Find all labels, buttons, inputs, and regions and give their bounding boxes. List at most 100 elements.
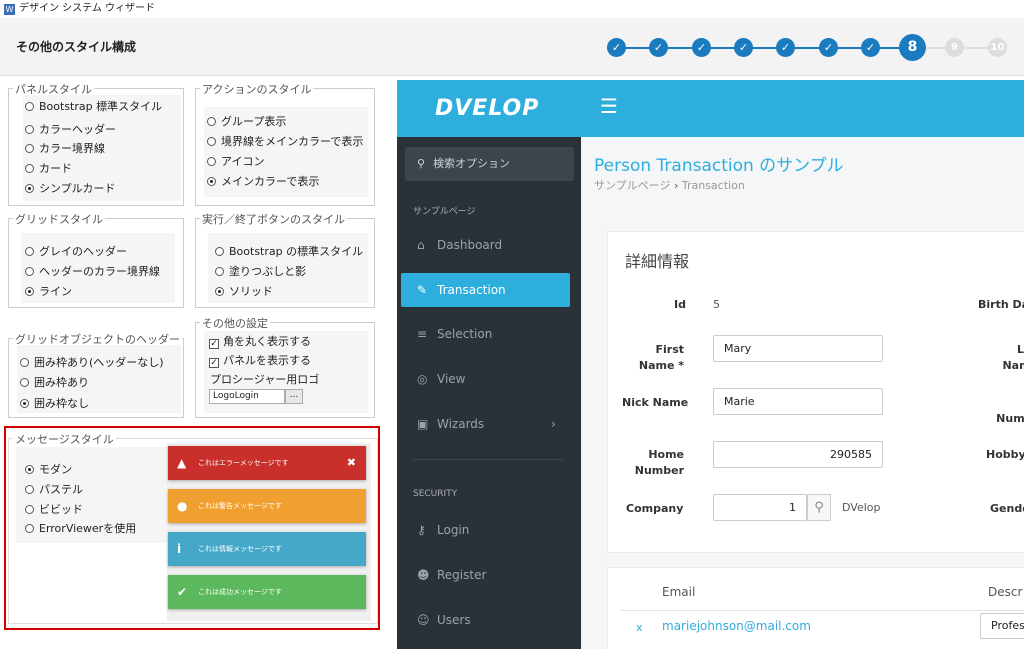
dvelop-logo: DVELOP: [435, 96, 540, 121]
hamburger-menu-icon[interactable]: ☰: [600, 94, 618, 118]
user-plus-icon: ☻: [417, 568, 430, 582]
details-title: 詳細情報: [625, 252, 690, 271]
search-icon: ⚲: [417, 157, 426, 170]
success-message-sample: ✔ これは成功メッセージです: [168, 575, 366, 609]
sidebar-section-sample: サンプルページ: [413, 207, 476, 217]
step-9[interactable]: 9: [945, 38, 964, 57]
email-column-header: Email: [662, 585, 696, 599]
sidebar-item-selection[interactable]: ≡ Selection: [417, 327, 492, 341]
details-card: 詳細情報 Id 5 First Name * Mary Nick Name Ma…: [607, 231, 1024, 553]
sidebar-item-login[interactable]: ⚷ Login: [417, 523, 469, 537]
logo-browse-button[interactable]: ...: [285, 389, 303, 404]
info-icon: i: [177, 542, 182, 556]
row-email-link[interactable]: mariejohnson@mail.com: [662, 619, 811, 633]
company-search-icon[interactable]: ⚲: [807, 494, 831, 521]
run-style-option-solid[interactable]: ソリッド: [215, 283, 273, 299]
panel-style-option-color-header[interactable]: カラーヘッダー: [25, 121, 116, 137]
grid-style-group: グリッドスタイル グレイのヘッダー ヘッダーのカラー境界線 ライン: [8, 211, 184, 308]
close-icon[interactable]: ✖: [347, 446, 356, 480]
step-6[interactable]: ✓: [819, 38, 838, 57]
panel-style-option-bootstrap[interactable]: Bootstrap 標準スタイル: [25, 98, 162, 114]
last-name-label: Las Name: [1002, 343, 1024, 372]
info-message-sample: i これは情報メッセージです: [168, 532, 366, 566]
step-2[interactable]: ✓: [649, 38, 668, 57]
step-1[interactable]: ✓: [607, 38, 626, 57]
message-style-option-errorviewer[interactable]: ErrorViewerを使用: [25, 520, 136, 536]
grid-style-legend: グリッドスタイル: [13, 211, 105, 227]
panel-style-group: パネルスタイル Bootstrap 標準スタイル カラーヘッダー カラー境界線 …: [8, 81, 184, 206]
edit-icon: ✎: [417, 283, 428, 297]
step-3[interactable]: ✓: [692, 38, 711, 57]
rounded-corners-checkbox[interactable]: ✓ 角を丸く表示する: [209, 333, 311, 349]
briefcase-icon: ▣: [417, 417, 429, 431]
action-style-option-group[interactable]: グループ表示: [207, 113, 286, 129]
action-style-group: アクションのスタイル グループ表示 境界線をメインカラーで表示 アイコン メイン…: [195, 81, 375, 206]
warning-triangle-icon: ▲: [177, 456, 187, 470]
breadcrumb: サンプルページ › Transaction: [594, 179, 745, 192]
run-style-option-fill-shadow[interactable]: 塗りつぶしと影: [215, 263, 306, 279]
gender-label: Gende: [990, 502, 1024, 515]
other-settings-group: その他の設定 ✓ 角を丸く表示する ✓ パネルを表示する プロシージャー用ロゴ Lo…: [195, 315, 375, 418]
home-number-input[interactable]: 290585: [713, 441, 883, 468]
cell-number-label: Ce Numbe: [996, 412, 1024, 425]
grid-header-option-no-frame[interactable]: 囲み枠なし: [20, 395, 89, 411]
run-button-style-group: 実行／終了ボタンのスタイル Bootstrap の標準スタイル 塗りつぶしと影 …: [195, 211, 375, 308]
step-4[interactable]: ✓: [734, 38, 753, 57]
company-label: Company: [626, 502, 684, 515]
row-remove-link[interactable]: x: [636, 621, 643, 634]
message-style-legend: メッセージスタイル: [13, 431, 116, 447]
sidebar-item-users[interactable]: ☺ Users: [417, 613, 471, 627]
grid-style-option-gray-header[interactable]: グレイのヘッダー: [25, 243, 127, 259]
action-style-option-icon[interactable]: アイコン: [207, 153, 264, 169]
sidebar-item-transaction[interactable]: ✎ Transaction: [401, 273, 570, 307]
preview-topbar: DVELOP ☰: [397, 80, 1024, 137]
chevron-right-icon: ›: [551, 417, 556, 431]
style-preview: DVELOP ☰ ⚲ 検索オプション サンプルページ ⌂ Dashboard ✎ Tr…: [397, 80, 1024, 649]
sidebar-divider: [413, 459, 563, 460]
birth-date-label: Birth Dat: [978, 298, 1024, 311]
run-style-option-bootstrap[interactable]: Bootstrap の標準スタイル: [215, 243, 363, 259]
message-style-option-pastel[interactable]: パステル: [25, 481, 83, 497]
company-input[interactable]: 1: [713, 494, 807, 521]
error-message-sample: ▲ これはエラーメッセージです ✖: [168, 446, 366, 480]
grid-header-option-frame[interactable]: 囲み枠あり: [20, 374, 89, 390]
sidebar-item-view[interactable]: ◎ View: [417, 372, 465, 386]
panel-style-option-card[interactable]: カード: [25, 160, 72, 176]
list-icon: ≡: [417, 327, 428, 341]
action-style-option-main-color[interactable]: メインカラーで表示: [207, 173, 319, 189]
panel-style-option-color-border[interactable]: カラー境界線: [25, 140, 105, 156]
home-number-label: Home Number: [634, 448, 684, 477]
sidebar-item-wizards[interactable]: ▣ Wizards ›: [417, 417, 556, 431]
nick-name-label: Nick Name: [622, 396, 689, 409]
run-button-style-legend: 実行／終了ボタンのスタイル: [200, 211, 347, 227]
step-10[interactable]: 10: [988, 38, 1007, 57]
key-icon: ⚷: [417, 523, 426, 537]
procedure-logo-input[interactable]: LogoLogin: [209, 389, 285, 404]
step-8-current[interactable]: 8: [899, 34, 926, 61]
step-7[interactable]: ✓: [861, 38, 880, 57]
grid-style-option-header-border[interactable]: ヘッダーのカラー境界線: [25, 263, 160, 279]
message-style-option-modern[interactable]: モダン: [25, 461, 72, 477]
sidebar-search[interactable]: ⚲ 検索オプション: [405, 147, 574, 181]
show-panel-checkbox[interactable]: ✓ パネルを表示する: [209, 352, 311, 368]
first-name-input[interactable]: Mary: [713, 335, 883, 362]
message-style-option-vivid[interactable]: ビビッド: [25, 501, 83, 517]
exclamation-circle-icon: ●: [177, 499, 188, 513]
grid-object-header-group: グリッドオブジェクトのヘッダー 囲み枠あり(ヘッダーなし) 囲み枠あり 囲み枠な…: [8, 331, 184, 418]
wizard-header: その他のスタイル構成 ✓ ✓ ✓ ✓ ✓ ✓ ✓ 8 9 10: [0, 18, 1024, 76]
email-grid-card: Email Descr x mariejohnson@mail.com Prof…: [607, 567, 1024, 649]
id-label: Id: [674, 298, 686, 311]
nick-name-input[interactable]: Marie: [713, 388, 883, 415]
window-title: デザイン システム ウィザード: [19, 3, 156, 14]
home-icon: ⌂: [417, 238, 425, 252]
action-style-option-border-main[interactable]: 境界線をメインカラーで表示: [207, 133, 363, 149]
sidebar-item-register[interactable]: ☻ Register: [417, 568, 486, 582]
grid-header-option-frame-no-header[interactable]: 囲み枠あり(ヘッダーなし): [20, 354, 164, 370]
step-5[interactable]: ✓: [776, 38, 795, 57]
sidebar-item-dashboard[interactable]: ⌂ Dashboard: [417, 238, 502, 252]
panel-style-option-simple-card[interactable]: シンプルカード: [25, 180, 115, 196]
eye-icon: ◎: [417, 372, 428, 386]
row-description-input[interactable]: Profes: [980, 613, 1024, 639]
grid-style-option-line[interactable]: ライン: [25, 283, 72, 299]
page-title: その他のスタイル構成: [16, 40, 137, 54]
